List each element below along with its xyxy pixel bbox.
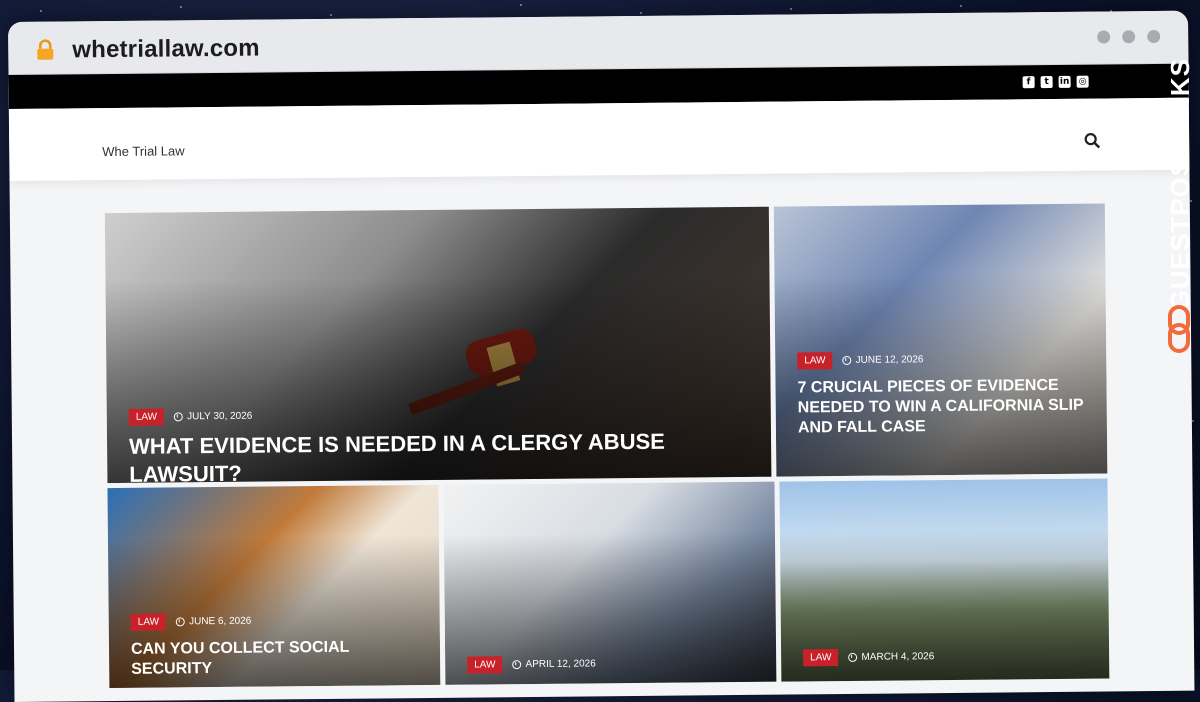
- post-meta: LAW JUNE 12, 2026: [797, 351, 924, 370]
- post-date-text: APRIL 12, 2026: [525, 658, 596, 671]
- image-overlay: [774, 270, 1108, 477]
- clock-icon: [174, 412, 184, 422]
- category-badge[interactable]: LAW: [797, 352, 833, 370]
- watermark-text: GUESTPOSTLINKS: [1165, 58, 1195, 311]
- lock-icon: [37, 39, 54, 60]
- post-title[interactable]: WHAT EVIDENCE IS NEEDED IN A CLERGY ABUS…: [129, 427, 769, 483]
- post-meta: LAW MARCH 4, 2026: [803, 648, 934, 667]
- post-date: JULY 30, 2026: [174, 411, 252, 423]
- site-header: Whe Trial Law: [8, 97, 1190, 181]
- browser-window: whetriallaw.com f t in ◎ Whe Trial Law L…: [8, 10, 1195, 702]
- url-text[interactable]: whetriallaw.com: [72, 35, 260, 65]
- post-date: JUNE 6, 2026: [176, 616, 251, 628]
- post-meta: LAW JUNE 6, 2026: [130, 613, 252, 631]
- instagram-icon[interactable]: ◎: [1076, 75, 1089, 88]
- post-meta: LAW JULY 30, 2026: [128, 408, 253, 426]
- post-meta: LAW APRIL 12, 2026: [467, 655, 596, 674]
- window-controls: [1097, 29, 1161, 44]
- post-card[interactable]: LAW JUNE 12, 2026 7 CRUCIAL PIECES OF EV…: [773, 203, 1108, 477]
- post-date-text: JUNE 12, 2026: [855, 354, 924, 366]
- site-title[interactable]: Whe Trial Law: [102, 143, 185, 159]
- clock-icon: [512, 660, 522, 670]
- chain-link-icon: [1168, 305, 1190, 353]
- post-title[interactable]: 7 CRUCIAL PIECES OF EVIDENCE NEEDED TO W…: [797, 376, 1093, 439]
- linkedin-icon[interactable]: in: [1058, 75, 1071, 88]
- social-links: f t in ◎: [1022, 75, 1089, 89]
- category-badge[interactable]: LAW: [128, 408, 165, 426]
- post-card[interactable]: LAW JUNE 6, 2026 CAN YOU COLLECT SOCIAL …: [107, 484, 441, 689]
- window-dot[interactable]: [1147, 29, 1161, 44]
- facebook-icon[interactable]: f: [1022, 76, 1035, 89]
- twitter-icon[interactable]: t: [1040, 75, 1053, 89]
- post-date-text: JULY 30, 2026: [187, 410, 253, 423]
- clock-icon: [842, 355, 852, 366]
- window-dot[interactable]: [1097, 30, 1111, 44]
- category-badge[interactable]: LAW: [130, 613, 167, 631]
- category-badge[interactable]: LAW: [803, 649, 839, 667]
- post-card[interactable]: LAW APRIL 12, 2026: [443, 481, 777, 685]
- post-card-featured[interactable]: LAW JULY 30, 2026 WHAT EVIDENCE IS NEEDE…: [104, 206, 772, 484]
- post-grid: LAW JULY 30, 2026 WHAT EVIDENCE IS NEEDE…: [104, 203, 1110, 689]
- post-date: APRIL 12, 2026: [512, 658, 596, 671]
- post-date: JUNE 12, 2026: [842, 354, 924, 366]
- search-icon[interactable]: [1083, 132, 1101, 150]
- window-dot[interactable]: [1122, 30, 1136, 44]
- post-date-text: JUNE 6, 2026: [189, 615, 252, 628]
- clock-icon: [176, 617, 186, 627]
- post-date-text: MARCH 4, 2026: [861, 651, 935, 663]
- category-badge[interactable]: LAW: [467, 656, 503, 674]
- post-date: MARCH 4, 2026: [848, 651, 934, 663]
- post-card[interactable]: LAW MARCH 4, 2026: [779, 478, 1110, 682]
- post-title[interactable]: CAN YOU COLLECT SOCIAL SECURITY: [131, 637, 431, 680]
- clock-icon: [848, 652, 858, 662]
